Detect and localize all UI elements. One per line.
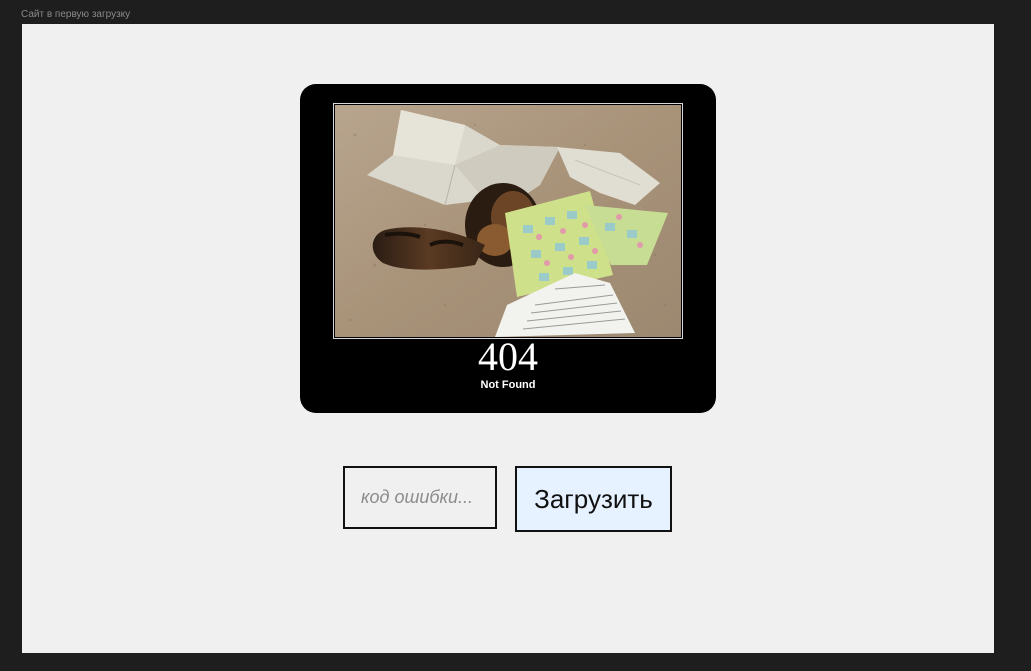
load-button[interactable]: Загрузить — [515, 466, 672, 532]
error-message: Not Found — [480, 379, 536, 391]
frame-title: Сайт в первую загрузку — [21, 9, 131, 20]
error-image-frame — [333, 103, 683, 339]
page-frame: 404 Not Found Загрузить — [22, 24, 994, 653]
error-code-input[interactable] — [343, 466, 497, 529]
error-card: 404 Not Found — [300, 84, 716, 413]
error-code: 404 — [478, 334, 538, 379]
cat-under-papers-image — [335, 105, 681, 337]
